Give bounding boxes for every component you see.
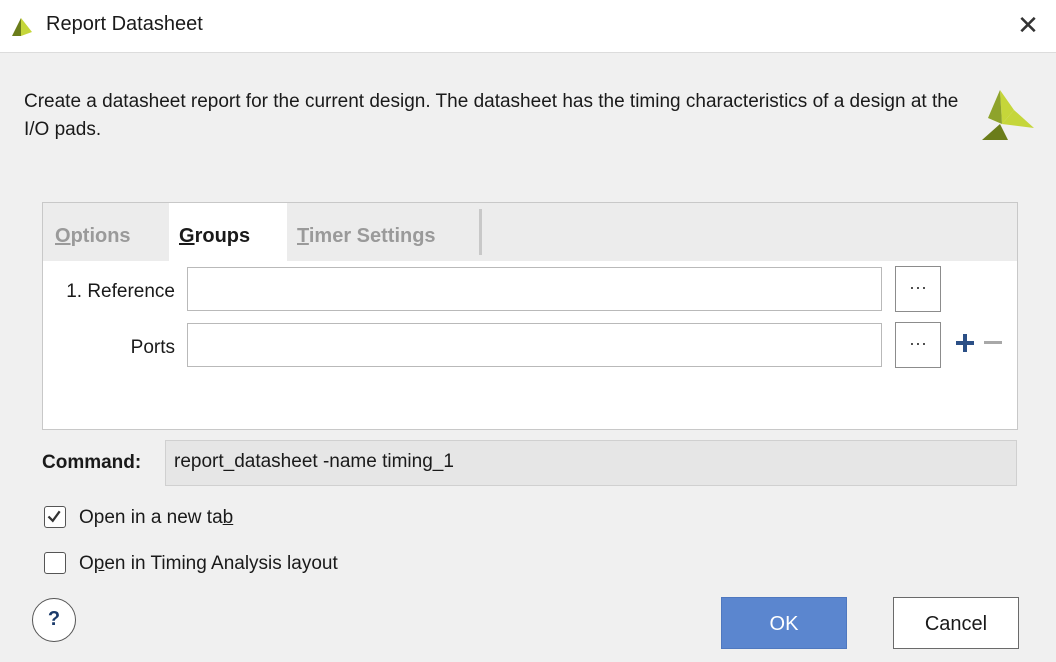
app-logo-icon bbox=[12, 18, 32, 36]
cancel-button[interactable]: Cancel bbox=[893, 597, 1019, 649]
command-text: report_datasheet -name timing_1 bbox=[174, 451, 454, 472]
ports-input[interactable] bbox=[187, 323, 882, 367]
open-new-tab-label: Open in a new tab bbox=[79, 507, 234, 528]
title-bar: Report Datasheet ✕ bbox=[0, 0, 1056, 53]
check-icon bbox=[47, 510, 61, 523]
tab-options[interactable]: Options bbox=[55, 203, 165, 261]
command-label: Command: bbox=[42, 452, 142, 473]
tab-divider bbox=[479, 209, 482, 255]
open-new-tab-checkbox[interactable] bbox=[44, 506, 66, 528]
reference-input[interactable] bbox=[187, 267, 882, 311]
tab-strip: Options Groups Timer Settings bbox=[43, 203, 1017, 261]
browse-icon: ··· bbox=[909, 277, 927, 297]
window-title: Report Datasheet bbox=[46, 13, 203, 35]
dialog-description: Create a datasheet report for the curren… bbox=[24, 91, 959, 140]
tab-timer-settings[interactable]: Timer Settings bbox=[297, 203, 477, 261]
help-icon: ? bbox=[47, 608, 61, 630]
open-timing-layout-checkbox[interactable] bbox=[44, 552, 66, 574]
minus-icon[interactable] bbox=[983, 333, 1003, 353]
tab-groups[interactable]: Groups bbox=[169, 203, 287, 261]
ports-browse-button[interactable]: ··· bbox=[895, 322, 941, 368]
browse-icon: ··· bbox=[909, 333, 927, 353]
open-timing-layout-label: Open in Timing Analysis layout bbox=[79, 553, 338, 574]
reference-browse-button[interactable]: ··· bbox=[895, 266, 941, 312]
close-icon[interactable]: ✕ bbox=[1012, 8, 1044, 44]
vivado-logo-icon bbox=[982, 90, 1034, 140]
reference-label: 1. Reference bbox=[66, 281, 175, 302]
command-field[interactable]: report_datasheet -name timing_1 bbox=[165, 440, 1017, 486]
ports-label: Ports bbox=[130, 337, 175, 358]
plus-icon[interactable] bbox=[955, 333, 975, 353]
tab-panel: Options Groups Timer Settings 1. Referen… bbox=[42, 202, 1018, 430]
ok-button[interactable]: OK bbox=[721, 597, 847, 649]
help-button[interactable]: ? bbox=[32, 598, 76, 642]
